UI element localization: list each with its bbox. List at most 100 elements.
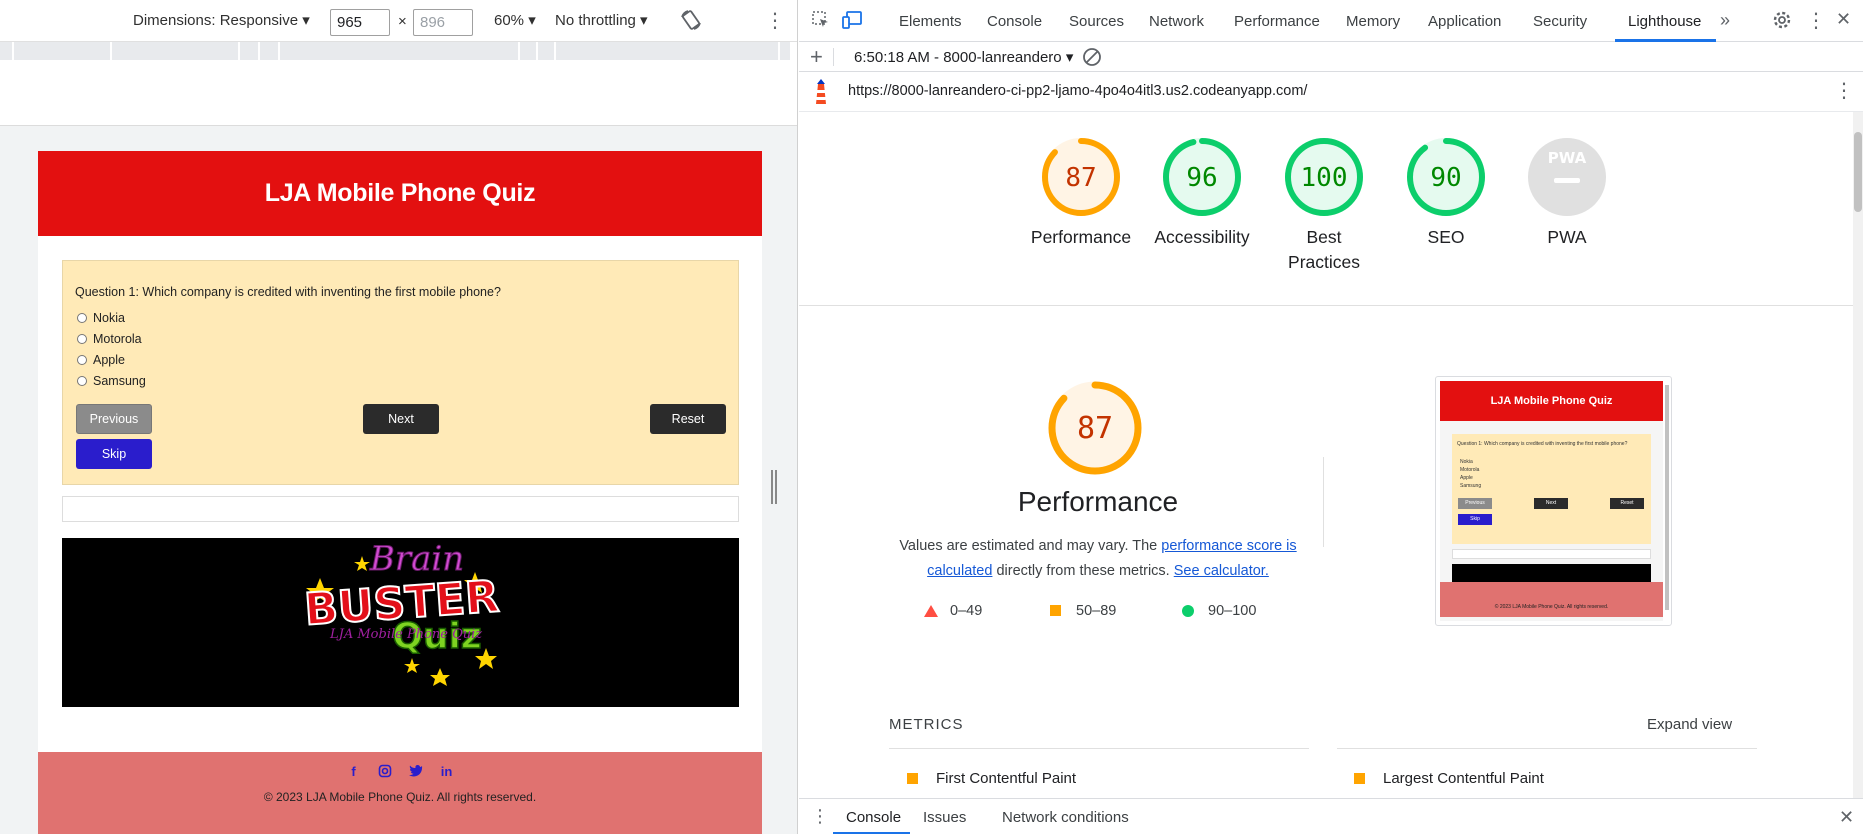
square-icon [1050,605,1061,616]
gauge-seo[interactable]: 90 SEO [1386,137,1506,250]
gauge-label: Accessibility [1154,227,1250,247]
thumbnail-scrollbar [1665,385,1669,610]
tab-application[interactable]: Application [1428,13,1501,30]
quiz-footer: f in © 2023 LJA Mobile Phone Quiz. All r… [38,752,762,834]
final-screenshot-thumbnail[interactable]: LJA Mobile Phone Quiz Question 1: Which … [1435,376,1672,626]
zoom-dropdown[interactable]: 60% ▾ [494,11,536,29]
tab-memory[interactable]: Memory [1346,13,1400,30]
gauge-value: 90 [1430,163,1461,193]
scrollbar-thumb[interactable] [1854,132,1862,212]
thumbnail-footer: © 2023 LJA Mobile Phone Quiz. All rights… [1440,582,1663,617]
resize-handle[interactable] [771,470,777,504]
gauge-ring: 100 [1285,138,1363,216]
tab-console[interactable]: Console [987,13,1042,30]
gauge-pwa[interactable]: PWA PWA [1507,137,1627,250]
throttling-dropdown[interactable]: No throttling ▾ [555,11,648,29]
device-toolbar: Dimensions: Responsive ▾ 965 × 896 60% ▾… [0,0,797,42]
tab-elements[interactable]: Elements [899,13,962,30]
previous-button[interactable]: Previous [76,404,152,434]
banner-side-text: LJA Mobile Phone Quiz [329,627,482,642]
radio-button[interactable] [77,376,87,386]
expand-view-toggle[interactable]: Expand view [1647,716,1732,733]
tab-performance[interactable]: Performance [1234,13,1320,30]
skip-button[interactable]: Skip [76,439,152,469]
inspect-element-icon[interactable] [811,10,831,34]
thumbnail-skip: Skip [1458,514,1492,525]
big-gauge-value: 87 [1077,411,1113,446]
new-report-icon[interactable]: + [810,44,823,70]
question-text: Question 1: Which company is credited wi… [75,285,501,299]
device-emulation-pane: Dimensions: Responsive ▾ 965 × 896 60% ▾… [0,0,798,834]
toolbar-divider [833,48,834,66]
height-input[interactable]: 896 [413,9,473,36]
divider [1337,748,1757,749]
devtools-tabbar: Elements Console Sources Network Perform… [799,0,1863,42]
gauge-value: 87 [1065,163,1096,193]
report-selector[interactable]: 6:50:18 AM - 8000-lanreandero ▾ [854,48,1073,66]
performance-big-gauge: 87 [1047,380,1143,481]
square-icon [907,773,918,784]
twitter-icon[interactable] [408,764,423,780]
metrics-header: METRICS [889,716,964,733]
metric-lcp: Largest Contentful Paint [1354,770,1544,787]
drawer-menu-icon[interactable]: ⋮ [811,806,829,827]
lighthouse-logo-icon [812,78,830,110]
tab-lighthouse[interactable]: Lighthouse [1628,13,1701,30]
thumbnail-options: Nokia Motorola Apple Samsung [1460,459,1482,489]
gauge-label: Best Practices [1288,227,1360,272]
more-options-icon[interactable]: ⋮ [765,8,785,33]
instagram-icon[interactable] [378,764,392,780]
clear-reports-icon[interactable] [1082,47,1102,71]
close-drawer-icon[interactable]: ✕ [1839,807,1854,828]
option-samsung[interactable]: Samsung [77,374,146,388]
next-button[interactable]: Next [363,404,439,434]
settings-gear-icon[interactable] [1772,10,1792,34]
linkedin-icon[interactable]: in [440,764,454,780]
option-apple[interactable]: Apple [77,353,125,367]
gauge-accessibility[interactable]: 96 Accessibility [1142,137,1262,250]
banner-brain-text: Brain [369,539,464,579]
quiz-title: LJA Mobile Phone Quiz [264,179,536,207]
tab-network[interactable]: Network [1149,13,1204,30]
quiz-container: Question 1: Which company is credited wi… [62,260,739,485]
pwa-badge-text: PWA [1548,149,1587,167]
report-menu-icon[interactable]: ⋮ [1834,78,1854,103]
device-toggle-icon[interactable] [841,10,863,34]
gauge-performance[interactable]: 87 Performance [1021,137,1141,250]
gauge-ring: 96 [1163,138,1241,216]
thumbnail-previous: Previous [1458,498,1492,509]
report-scrollbar[interactable] [1853,112,1863,798]
tab-sources[interactable]: Sources [1069,13,1124,30]
lighthouse-toolbar: + 6:50:18 AM - 8000-lanreandero ▾ [799,42,1863,72]
copyright-text: © 2023 LJA Mobile Phone Quiz. All rights… [263,790,537,804]
tab-security[interactable]: Security [1533,13,1587,30]
result-area [62,496,739,522]
brain-buster-banner: Brain BUSTER Quiz LJA Mobile Phone Quiz [62,538,739,707]
radio-button[interactable] [77,355,87,365]
thumbnail-question: Question 1: Which company is credited wi… [1457,441,1628,447]
drawer-tab-network-conditions[interactable]: Network conditions [1002,809,1129,826]
report-url[interactable]: https://8000-lanreandero-ci-pp2-ljamo-4p… [848,83,1307,99]
gauge-best-practices[interactable]: 100 Best Practices [1264,137,1384,275]
close-devtools-icon[interactable]: ✕ [1836,9,1851,30]
option-motorola[interactable]: Motorola [77,332,142,346]
drawer-tab-issues[interactable]: Issues [923,809,966,826]
option-nokia[interactable]: Nokia [77,311,125,325]
rotate-icon[interactable] [680,8,702,36]
drawer-tab-console[interactable]: Console [846,809,901,826]
gauge-value: 100 [1301,163,1348,193]
triangle-icon [924,605,938,617]
gauge-label: SEO [1427,227,1465,247]
width-input[interactable]: 965 [330,9,390,36]
gauge-label: Performance [1030,227,1132,247]
see-calculator-link[interactable]: See calculator. [1174,563,1269,579]
vertical-divider [1323,457,1324,547]
devtools-menu-icon[interactable]: ⋮ [1806,8,1826,33]
dimensions-dropdown[interactable]: Dimensions: Responsive ▾ [133,11,310,29]
more-tabs-icon[interactable]: » [1720,10,1730,31]
facebook-icon[interactable]: f [347,764,361,780]
reset-button[interactable]: Reset [650,404,726,434]
radio-button[interactable] [77,313,87,323]
lighthouse-report: 87 Performance 96 Accessibility 100 Best… [799,112,1853,798]
radio-button[interactable] [77,334,87,344]
